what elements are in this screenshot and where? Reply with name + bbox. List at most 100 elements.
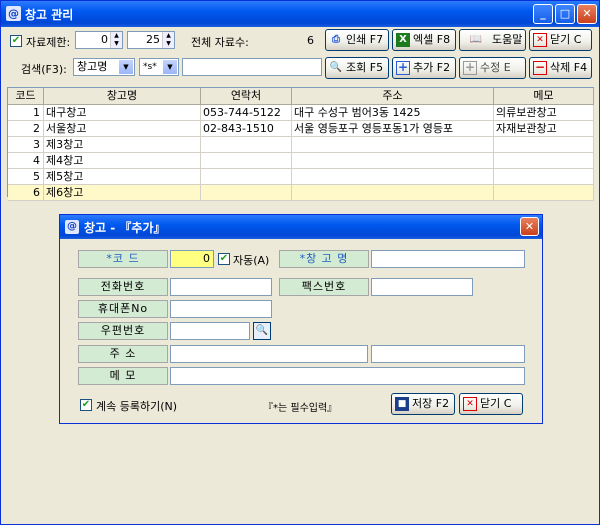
- delete-button[interactable]: − 삭제 F4: [529, 57, 592, 79]
- memo-field[interactable]: [170, 367, 525, 385]
- table-cell-code[interactable]: 6: [8, 185, 44, 201]
- table-cell-code[interactable]: 3: [8, 137, 44, 153]
- excel-icon: X: [396, 33, 410, 47]
- spin-arrows-icon[interactable]: ▲ ▼: [110, 32, 122, 48]
- table-cell[interactable]: 대구창고: [44, 105, 201, 121]
- auto-checkbox[interactable]: ✔: [218, 253, 230, 265]
- dialog-close-icon[interactable]: ✕: [520, 217, 539, 236]
- continue-checkbox[interactable]: ✔: [80, 399, 92, 411]
- window-title: 창고 관리: [25, 8, 74, 22]
- edit-button[interactable]: + 수정 E: [459, 57, 526, 79]
- zip-field[interactable]: [170, 322, 250, 340]
- add-button[interactable]: + 추가 F2: [392, 57, 456, 79]
- minimize-button[interactable]: _: [533, 4, 553, 24]
- required-note: 『*는 필수입력』: [263, 403, 338, 414]
- memo-label: 메 모: [78, 367, 168, 385]
- table-cell[interactable]: [494, 169, 594, 185]
- phone-field[interactable]: [170, 278, 272, 296]
- table-cell[interactable]: [494, 153, 594, 169]
- code-label: *코 드: [78, 250, 168, 268]
- table-cell-code[interactable]: 4: [8, 153, 44, 169]
- total-label: 전체 자료수:: [191, 36, 249, 49]
- address-field-1[interactable]: [170, 345, 368, 363]
- warehouse-table[interactable]: 코드 창고명 연락처 주소 메모 1 대구창고 053-744-5122 대구 수성구…: [7, 87, 594, 201]
- help-button[interactable]: 📖 도움말: [459, 29, 526, 51]
- limit-to-stepper[interactable]: 25 ▲ ▼: [127, 31, 175, 49]
- printer-icon: ⎙: [332, 34, 340, 45]
- table-cell[interactable]: [201, 153, 292, 169]
- table-cell[interactable]: [201, 185, 292, 201]
- zip-label: 우편번호: [78, 322, 168, 340]
- limit-from-stepper[interactable]: 0 ▲ ▼: [75, 31, 123, 49]
- book-icon: 📖: [469, 34, 483, 45]
- table-cell[interactable]: [292, 153, 494, 169]
- zip-search-icon[interactable]: 🔍: [253, 322, 271, 340]
- edit-icon: +: [463, 60, 477, 75]
- total-value: 6: [307, 34, 314, 47]
- excel-button[interactable]: X 엑셀 F8: [392, 29, 456, 51]
- table-cell[interactable]: [292, 137, 494, 153]
- mobile-label: 휴대폰No: [78, 300, 168, 318]
- chevron-down-icon[interactable]: ▼: [119, 60, 133, 74]
- table-cell[interactable]: 제6창고: [44, 185, 201, 201]
- warehouse-name-field[interactable]: [371, 250, 525, 268]
- table-cell[interactable]: [201, 137, 292, 153]
- print-button[interactable]: ⎙ 인쇄 F7: [325, 29, 389, 51]
- address-field-2[interactable]: [371, 345, 525, 363]
- dialog-title-bar[interactable]: @ 창고 - 『추가』 ✕: [60, 215, 542, 239]
- address-label: 주 소: [78, 345, 168, 363]
- title-bar[interactable]: @ 창고 관리 _ □ ✕: [1, 1, 599, 27]
- search-icon: 🔍: [329, 62, 343, 73]
- table-cell[interactable]: 서울창고: [44, 121, 201, 137]
- spin-arrows-icon[interactable]: ▲ ▼: [162, 32, 174, 48]
- table-cell[interactable]: 서울 영등포구 영등포동1가 영등포: [292, 121, 494, 137]
- code-field[interactable]: 0: [170, 250, 214, 268]
- table-cell[interactable]: 자재보관창고: [494, 121, 594, 137]
- fax-field[interactable]: [371, 278, 473, 296]
- limit-checkbox[interactable]: ✔: [10, 35, 22, 47]
- phone-label: 전화번호: [78, 278, 168, 296]
- table-cell[interactable]: 053-744-5122: [201, 105, 292, 121]
- table-cell[interactable]: 제3창고: [44, 137, 201, 153]
- auto-label: 자동(A): [233, 254, 270, 267]
- warehouse-name-label: *창 고 명: [279, 250, 369, 268]
- column-header-name[interactable]: 창고명: [44, 88, 201, 105]
- column-header-address[interactable]: 주소: [292, 88, 494, 105]
- column-header-memo[interactable]: 메모: [494, 88, 594, 105]
- floppy-icon: ■: [395, 397, 409, 411]
- minus-icon: −: [533, 60, 547, 75]
- app-icon: @: [6, 6, 21, 21]
- query-button[interactable]: 🔍 조회 F5: [325, 57, 389, 79]
- save-button[interactable]: ■ 저장 F2: [391, 393, 455, 415]
- column-header-code[interactable]: 코드: [8, 88, 44, 105]
- table-cell[interactable]: [201, 169, 292, 185]
- table-cell[interactable]: 제4창고: [44, 153, 201, 169]
- add-warehouse-dialog: @ 창고 - 『추가』 ✕ *코 드 0 ✔ 자동(A) *창 고 명 전화번호…: [59, 214, 543, 424]
- table-cell[interactable]: 02-843-1510: [201, 121, 292, 137]
- chevron-down-icon[interactable]: ▼: [163, 60, 177, 74]
- column-header-phone[interactable]: 연락처: [201, 88, 292, 105]
- table-cell[interactable]: 제5창고: [44, 169, 201, 185]
- table-cell[interactable]: [494, 137, 594, 153]
- search-mode-select[interactable]: *s* ▼: [139, 58, 179, 76]
- table-cell[interactable]: 의류보관창고: [494, 105, 594, 121]
- close-button[interactable]: ✕ 닫기 C: [529, 29, 592, 51]
- plus-icon: +: [396, 60, 410, 75]
- close-window-button[interactable]: ✕: [577, 4, 597, 24]
- table-cell[interactable]: [494, 185, 594, 201]
- limit-label: 자료제한:: [26, 36, 71, 49]
- search-label: 검색(F3):: [21, 63, 67, 76]
- continue-label: 계속 등록하기(N): [96, 400, 178, 413]
- table-cell[interactable]: [292, 169, 494, 185]
- table-cell-code[interactable]: 2: [8, 121, 44, 137]
- mobile-field[interactable]: [170, 300, 272, 318]
- table-cell-code[interactable]: 5: [8, 169, 44, 185]
- close-icon: ✕: [463, 397, 477, 411]
- dialog-close-button[interactable]: ✕ 닫기 C: [459, 393, 523, 415]
- table-cell[interactable]: 대구 수성구 범어3동 1425: [292, 105, 494, 121]
- search-field-select[interactable]: 창고명 ▼: [73, 58, 135, 76]
- maximize-button[interactable]: □: [555, 4, 575, 24]
- table-cell-code[interactable]: 1: [8, 105, 44, 121]
- table-cell[interactable]: [292, 185, 494, 201]
- search-input[interactable]: [182, 58, 322, 76]
